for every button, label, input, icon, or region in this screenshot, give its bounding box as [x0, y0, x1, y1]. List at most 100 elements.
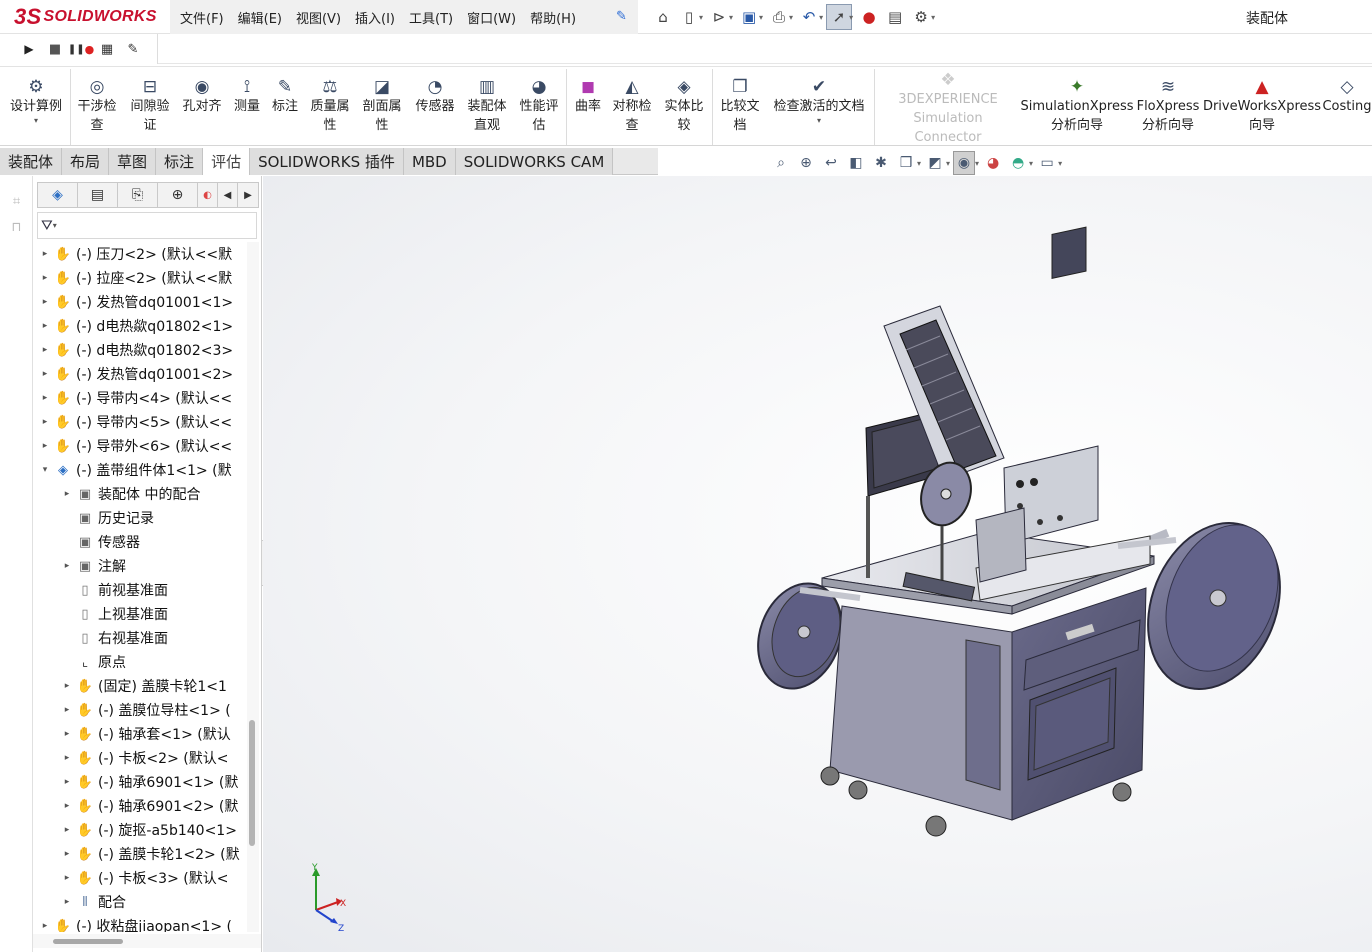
- dimxpert-manager-tab-icon[interactable]: ⊕: [158, 183, 198, 207]
- apply-scene-icon[interactable]: ◓: [1007, 151, 1029, 175]
- tree-item[interactable]: ▸ ⫴ 配合: [33, 890, 245, 914]
- expand-arrow-icon[interactable]: ▸: [37, 369, 53, 379]
- tab-4[interactable]: 评估: [203, 148, 251, 175]
- expand-arrow-icon[interactable]: ▸: [59, 729, 75, 739]
- driveworks-button[interactable]: ▲ DriveWorksXpress 向导: [1203, 67, 1321, 147]
- tree-item[interactable]: ▸ ✋ (-) 卡板<2> (默认<: [33, 746, 245, 770]
- tree-item[interactable]: ▸ ✋ (-) 轴承6901<2> (默: [33, 794, 245, 818]
- curvature-button[interactable]: ◼ 曲率: [570, 67, 606, 147]
- expand-arrow-icon[interactable]: ▸: [37, 441, 53, 451]
- expand-arrow-icon[interactable]: ▸: [59, 489, 75, 499]
- display-style-dropdown-icon[interactable]: ▾: [946, 159, 950, 168]
- tree-item[interactable]: ▸ ✋ (-) 发热管dq01001<1>: [33, 290, 245, 314]
- 3dx-button[interactable]: ❖ 3DEXPERIENCE Simulation Connector: [878, 67, 1018, 147]
- tree-item[interactable]: ▸ ✋ (-) d电热歘q01802<1>: [33, 314, 245, 338]
- tree-item[interactable]: ▸ ✋ (-) 导带外<6> (默认<<: [33, 434, 245, 458]
- menu-insert[interactable]: 插入(I): [355, 8, 395, 27]
- expand-arrow-icon[interactable]: ▸: [59, 825, 75, 835]
- view-settings-icon[interactable]: ▭: [1036, 151, 1058, 175]
- menu-help[interactable]: 帮助(H): [530, 8, 576, 27]
- file-properties-icon[interactable]: ▤: [882, 4, 908, 30]
- tree-item[interactable]: ▸ ✋ (-) 拉座<2> (默认<<默: [33, 266, 245, 290]
- tree-item[interactable]: ▣ 传感器: [33, 530, 245, 554]
- expand-arrow-icon[interactable]: ▸: [37, 345, 53, 355]
- scene-dropdown-icon[interactable]: ▾: [1029, 159, 1033, 168]
- tree-item[interactable]: ▸ ✋ (-) 卡板<3> (默认<: [33, 866, 245, 890]
- symmetry-button[interactable]: ◭ 对称检 查: [608, 67, 656, 147]
- tab-scroll-right-icon[interactable]: ▶: [238, 183, 258, 207]
- view-orientation-icon[interactable]: ❒: [895, 151, 917, 175]
- expand-arrow-icon[interactable]: ▸: [37, 297, 53, 307]
- menu-tools[interactable]: 工具(T): [409, 8, 453, 27]
- options-dropdown-icon[interactable]: ▾: [931, 13, 935, 22]
- configuration-manager-tab-icon[interactable]: ⎘: [118, 183, 158, 207]
- pin-menu-icon[interactable]: ✎: [616, 9, 627, 24]
- new-dropdown-icon[interactable]: ▾: [699, 13, 703, 22]
- display-manager-tab-icon[interactable]: ◐: [198, 183, 218, 207]
- print-dropdown-icon[interactable]: ▾: [789, 13, 793, 22]
- edit-macro-icon[interactable]: ✎: [120, 36, 146, 62]
- tree-horizontal-scroll-thumb[interactable]: [53, 939, 123, 944]
- simxpress-button[interactable]: ✦ SimulationXpress 分析向导: [1021, 67, 1134, 147]
- assembly-visual-button[interactable]: ▥ 装配体 直观: [462, 67, 512, 147]
- menu-edit[interactable]: 编辑(E): [238, 8, 282, 27]
- dynamic-annotation-icon[interactable]: ✱: [870, 151, 892, 175]
- display-style-icon[interactable]: ◩: [924, 151, 946, 175]
- tree-item[interactable]: ▸ ✋ (-) 轴承6901<1> (默: [33, 770, 245, 794]
- expand-arrow-icon[interactable]: ▸: [59, 681, 75, 691]
- tree-item[interactable]: ▸ ✋ (-) 盖膜卡轮1<2> (默: [33, 842, 245, 866]
- menu-file[interactable]: 文件(F): [180, 8, 224, 27]
- tree-item[interactable]: ▸ ✋ (固定) 盖膜卡轮1<1: [33, 674, 245, 698]
- expand-arrow-icon[interactable]: ▸: [37, 249, 53, 259]
- home-icon[interactable]: ⌂: [650, 4, 676, 30]
- expand-arrow-icon[interactable]: ▾: [37, 465, 53, 475]
- section-props-button[interactable]: ◪ 剖面属 性: [358, 67, 406, 147]
- graphics-area[interactable]: [263, 176, 1372, 952]
- tree-vertical-scroll-thumb[interactable]: [249, 720, 255, 846]
- expand-arrow-icon[interactable]: ▸: [59, 705, 75, 715]
- view-settings-dropdown-icon[interactable]: ▾: [1058, 159, 1062, 168]
- tree-item[interactable]: ▯ 右视基准面: [33, 626, 245, 650]
- menu-view[interactable]: 视图(V): [296, 8, 341, 27]
- expand-arrow-icon[interactable]: ▸: [59, 561, 75, 571]
- run-macro-icon[interactable]: ▶: [16, 36, 42, 62]
- performance-button[interactable]: ◕ 性能评 估: [514, 67, 564, 147]
- expand-arrow-icon[interactable]: ▸: [59, 873, 75, 883]
- tab-1[interactable]: 布局: [62, 148, 110, 175]
- solidworks-logo[interactable]: 3S SOLIDWORKS: [14, 4, 157, 30]
- tree-item[interactable]: ▸ ✋ (-) 旋抠-a5b140<1>: [33, 818, 245, 842]
- tree-item[interactable]: ▸ ✋ (-) 盖膜位导柱<1> (: [33, 698, 245, 722]
- tree-item[interactable]: ▸ ✋ (-) 导带内<5> (默认<<: [33, 410, 245, 434]
- clearance-button[interactable]: ⊟ 间隙验 证: [124, 67, 176, 147]
- tree-item[interactable]: ▸ ✋ (-) 压刀<2> (默认<<默: [33, 242, 245, 266]
- expand-arrow-icon[interactable]: ▸: [37, 273, 53, 283]
- expand-arrow-icon[interactable]: ▸: [37, 417, 53, 427]
- expand-arrow-icon[interactable]: ▸: [59, 849, 75, 859]
- zoom-to-fit-icon[interactable]: ⌕: [770, 151, 792, 175]
- open-dropdown-icon[interactable]: ▾: [729, 13, 733, 22]
- floxpress-button[interactable]: ≋ FloXpress 分析向导: [1136, 67, 1200, 147]
- tree-filter[interactable]: ⛛ ▾: [37, 212, 257, 239]
- tab-2[interactable]: 草图: [109, 148, 157, 175]
- tree-item[interactable]: ▸ ✋ (-) 收粘盘jiaopan<1> (: [33, 914, 245, 933]
- expand-arrow-icon[interactable]: ▸: [59, 753, 75, 763]
- expand-arrow-icon[interactable]: ▸: [59, 897, 75, 907]
- mass-props-button[interactable]: ⚖ 质量属 性: [306, 67, 354, 147]
- feature-manager-tab-icon[interactable]: ◈: [38, 183, 78, 207]
- compare-body-button[interactable]: ◈ 实体比 较: [660, 67, 708, 147]
- tab-6[interactable]: MBD: [403, 148, 456, 175]
- section-view-icon[interactable]: ◧: [845, 151, 867, 175]
- tree-horizontal-scrollbar[interactable]: [33, 934, 261, 948]
- filter-funnel-icon[interactable]: ⛛: [41, 218, 53, 234]
- tree-item[interactable]: ▸ ✋ (-) d电热歘q01802<3>: [33, 338, 245, 362]
- save-dropdown-icon[interactable]: ▾: [759, 13, 763, 22]
- tree-item[interactable]: ▯ 上视基准面: [33, 602, 245, 626]
- rebuild-traffic-light-icon[interactable]: ●: [856, 4, 882, 30]
- tree-item[interactable]: ▣ 历史记录: [33, 506, 245, 530]
- hide-show-dropdown-icon[interactable]: ▾: [975, 159, 979, 168]
- zoom-to-area-icon[interactable]: ⊕: [795, 151, 817, 175]
- measure-button[interactable]: ⟟ 测量: [230, 67, 264, 147]
- menu-window[interactable]: 窗口(W): [467, 8, 516, 27]
- record-macro-icon[interactable]: ❚❚ ●: [68, 36, 94, 62]
- hide-show-items-icon[interactable]: ◉: [953, 151, 976, 175]
